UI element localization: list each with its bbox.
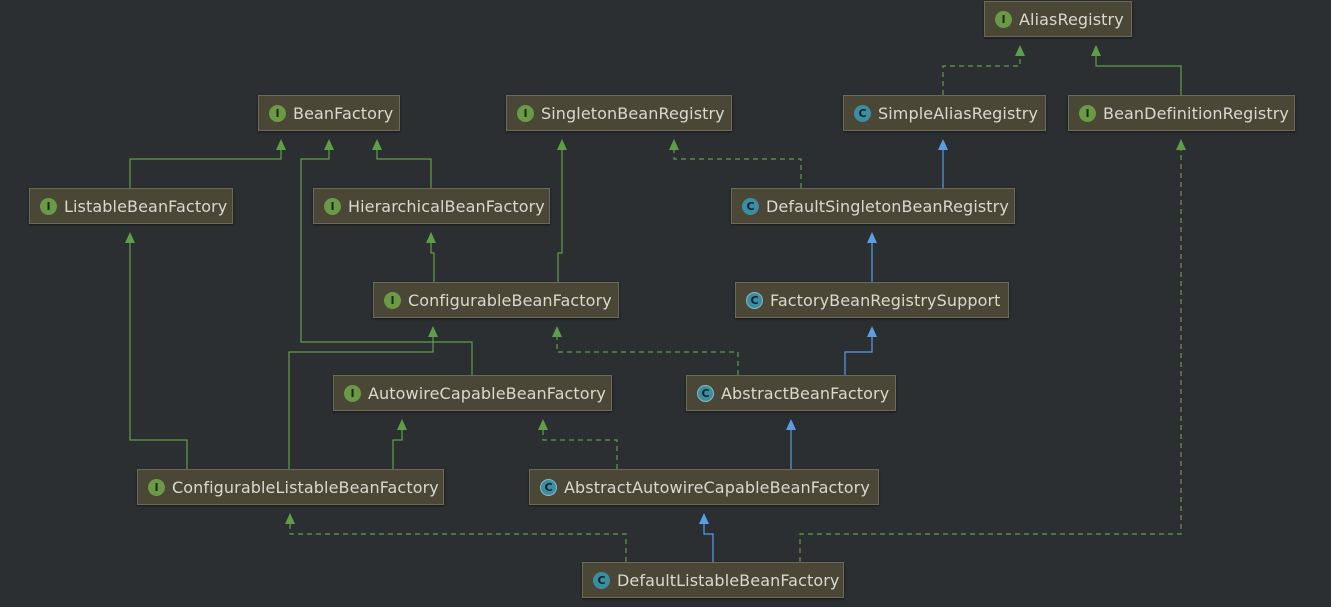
edge-configurable-bean-factory-to-hierarchical-bean-factory	[426, 232, 436, 282]
arrowhead	[428, 326, 438, 337]
arrowhead	[552, 326, 562, 337]
arrowhead	[867, 326, 877, 337]
arrowhead	[557, 139, 567, 150]
edge-simple-alias-registry-to-alias-registry	[942, 45, 1025, 95]
arrowhead	[372, 139, 382, 150]
node-abstract-bean-factory[interactable]: C AbstractBeanFactory	[686, 375, 896, 411]
edge-abstract-bean-factory-to-factory-bean-registry-support	[844, 326, 877, 375]
arrowhead	[125, 232, 135, 243]
edge-line	[1095, 54, 1182, 95]
edge-line	[392, 428, 403, 469]
class-icon: C	[854, 104, 871, 122]
class-icon: C	[742, 197, 759, 215]
node-label: FactoryBeanRegistrySupport	[770, 290, 1001, 310]
arrowhead	[669, 139, 679, 150]
edge-line	[300, 148, 473, 375]
edge-line	[703, 522, 714, 562]
node-label: BeanFactory	[293, 103, 394, 123]
node-abstract-autowire-capable-bean-factory[interactable]: C AbstractAutowireCapableBeanFactory	[529, 469, 879, 505]
arrowhead	[397, 419, 407, 430]
node-label: DefaultSingletonBeanRegistry	[766, 196, 1009, 216]
edge-configurable-listable-bean-factory-to-listable-bean-factory	[125, 232, 188, 469]
node-label: AbstractAutowireCapableBeanFactory	[564, 477, 870, 497]
interface-icon: I	[1079, 104, 1096, 122]
node-autowire-capable-bean-factory[interactable]: I AutowireCapableBeanFactory	[333, 375, 612, 411]
node-simple-alias-registry[interactable]: C SimpleAliasRegistry	[843, 95, 1046, 131]
node-label: ConfigurableBeanFactory	[408, 290, 612, 310]
edge-line	[430, 241, 435, 282]
node-label: AutowireCapableBeanFactory	[368, 383, 606, 403]
edge-abstract-bean-factory-to-configurable-bean-factory	[552, 326, 739, 375]
arrowhead	[786, 419, 796, 430]
edge-line	[129, 241, 188, 469]
interface-icon: I	[269, 104, 286, 122]
edge-line	[289, 522, 627, 562]
edge-factory-bean-registry-support-to-default-singleton-bean-registry	[867, 232, 877, 282]
abstract-class-icon: C	[746, 291, 763, 309]
arrowhead	[324, 139, 334, 150]
arrowhead	[938, 139, 948, 150]
edge-line	[557, 148, 563, 282]
node-label: SimpleAliasRegistry	[878, 103, 1039, 123]
interface-icon: I	[148, 478, 165, 496]
arrowhead	[867, 232, 877, 243]
node-label: AbstractBeanFactory	[721, 383, 890, 403]
node-bean-factory[interactable]: I BeanFactory	[258, 95, 400, 131]
arrowhead	[285, 513, 295, 524]
abstract-class-icon: C	[540, 478, 557, 496]
node-alias-registry[interactable]: I AliasRegistry	[984, 1, 1132, 37]
interface-icon: I	[517, 104, 534, 122]
edge-configurable-bean-factory-to-singleton-bean-registry	[557, 139, 567, 282]
edge-line	[542, 428, 618, 469]
node-label: HierarchicalBeanFactory	[348, 196, 545, 216]
edge-autowire-capable-bean-factory-to-bean-factory	[300, 139, 473, 375]
edge-default-listable-bean-factory-to-abstract-autowire-capable-bean-factory	[699, 513, 714, 562]
node-bean-definition-registry[interactable]: I BeanDefinitionRegistry	[1068, 95, 1295, 131]
node-configurable-bean-factory[interactable]: I ConfigurableBeanFactory	[373, 282, 619, 318]
edge-line	[942, 54, 1021, 95]
node-listable-bean-factory[interactable]: I ListableBeanFactory	[29, 188, 233, 224]
interface-icon: I	[995, 10, 1012, 28]
node-default-listable-bean-factory[interactable]: C DefaultListableBeanFactory	[582, 562, 844, 598]
node-singleton-bean-registry[interactable]: I SingletonBeanRegistry	[506, 95, 732, 131]
edge-line	[673, 148, 802, 188]
node-label: ListableBeanFactory	[64, 196, 228, 216]
interface-icon: I	[384, 291, 401, 309]
abstract-class-icon: C	[697, 384, 714, 402]
node-default-singleton-bean-registry[interactable]: C DefaultSingletonBeanRegistry	[731, 188, 1015, 224]
edge-line	[844, 335, 873, 375]
edge-default-listable-bean-factory-to-configurable-listable-bean-factory	[285, 513, 627, 562]
edge-hierarchical-bean-factory-to-bean-factory	[372, 139, 432, 188]
edge-line	[129, 148, 282, 188]
arrowhead	[538, 419, 548, 430]
edge-default-singleton-bean-registry-to-singleton-bean-registry	[669, 139, 802, 188]
node-factory-bean-registry-support[interactable]: C FactoryBeanRegistrySupport	[735, 282, 1009, 318]
arrowhead	[426, 232, 436, 243]
arrowhead	[1091, 45, 1101, 56]
edge-abstract-autowire-capable-bean-factory-to-autowire-capable-bean-factory	[538, 419, 618, 469]
node-label: SingletonBeanRegistry	[541, 103, 725, 123]
inheritance-edges	[125, 45, 1186, 562]
arrowhead	[1015, 45, 1025, 56]
class-icon: C	[593, 571, 610, 589]
edge-line	[376, 148, 432, 188]
edge-default-singleton-bean-registry-to-simple-alias-registry	[938, 139, 948, 188]
node-label: ConfigurableListableBeanFactory	[172, 477, 439, 497]
node-hierarchical-bean-factory[interactable]: I HierarchicalBeanFactory	[313, 188, 550, 224]
arrowhead	[699, 513, 709, 524]
edge-abstract-autowire-capable-bean-factory-to-abstract-bean-factory	[786, 419, 796, 469]
node-label: DefaultListableBeanFactory	[617, 570, 840, 590]
interface-icon: I	[40, 197, 57, 215]
interface-icon: I	[344, 384, 361, 402]
edge-line	[556, 335, 739, 375]
interface-icon: I	[324, 197, 341, 215]
edge-bean-definition-registry-to-alias-registry	[1091, 45, 1182, 95]
node-configurable-listable-bean-factory[interactable]: I ConfigurableListableBeanFactory	[137, 469, 444, 505]
node-label: BeanDefinitionRegistry	[1103, 103, 1289, 123]
arrowhead	[276, 139, 286, 150]
edge-listable-bean-factory-to-bean-factory	[129, 139, 286, 188]
node-label: AliasRegistry	[1019, 9, 1124, 29]
edge-configurable-listable-bean-factory-to-autowire-capable-bean-factory	[392, 419, 407, 469]
arrowhead	[1176, 139, 1186, 150]
